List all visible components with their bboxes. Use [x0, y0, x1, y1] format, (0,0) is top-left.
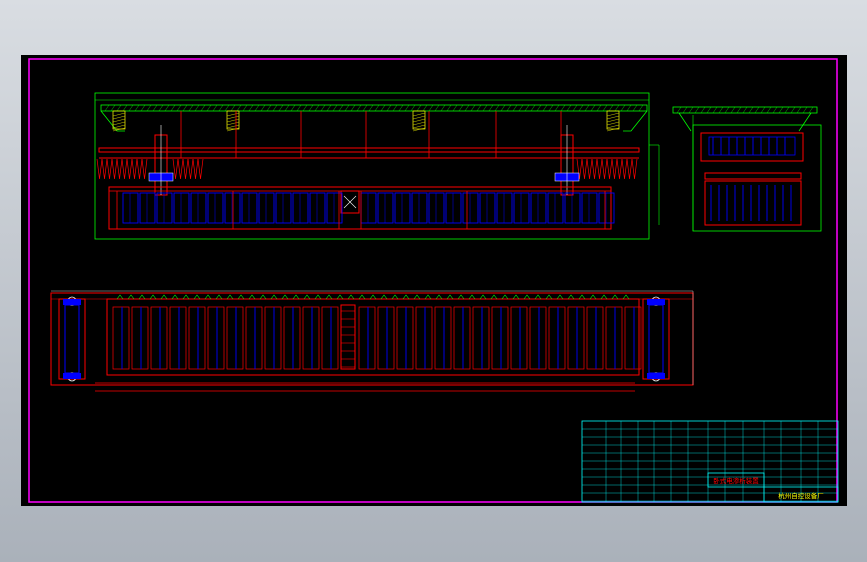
plan-ladder-rungs: [341, 310, 355, 368]
side-dimension-frame: [692, 124, 822, 232]
right-lifting-column: [554, 125, 580, 196]
drawing-title: 卧式电渗析装置: [713, 476, 759, 485]
side-upper-bars: [712, 137, 786, 155]
cad-viewport[interactable]: 卧式电渗析装置 杭州自控设备厂: [21, 55, 847, 506]
plan-panels: [112, 306, 642, 370]
top-beam-hatch: [104, 104, 644, 112]
left-lifting-column: [148, 125, 174, 196]
side-beam-hatch: [676, 106, 814, 114]
plan-right-end: [642, 296, 670, 382]
hangers: [180, 111, 562, 158]
plan-view: [50, 290, 694, 392]
cad-drawing: 卧式电渗析装置 杭州自控设备厂: [28, 58, 839, 503]
plan-left-end: [58, 296, 86, 382]
front-elevation-view: [94, 92, 660, 240]
front-panels: [116, 191, 615, 229]
top-beam: [100, 104, 648, 112]
title-block: 卧式电渗析装置 杭州自控设备厂: [581, 420, 839, 503]
plan-ladder: [340, 304, 356, 370]
plan-top-marks: [116, 294, 630, 300]
upper-rail: [98, 147, 640, 153]
side-elevation-view: [672, 106, 822, 232]
sheet-border: [28, 58, 838, 503]
title-block-grid: [582, 421, 838, 502]
side-lower-bars: [710, 185, 792, 221]
company-name: 杭州自控设备厂: [778, 491, 824, 500]
front-dimension-frame: [94, 92, 650, 240]
right-beam-bracket: [623, 110, 648, 132]
